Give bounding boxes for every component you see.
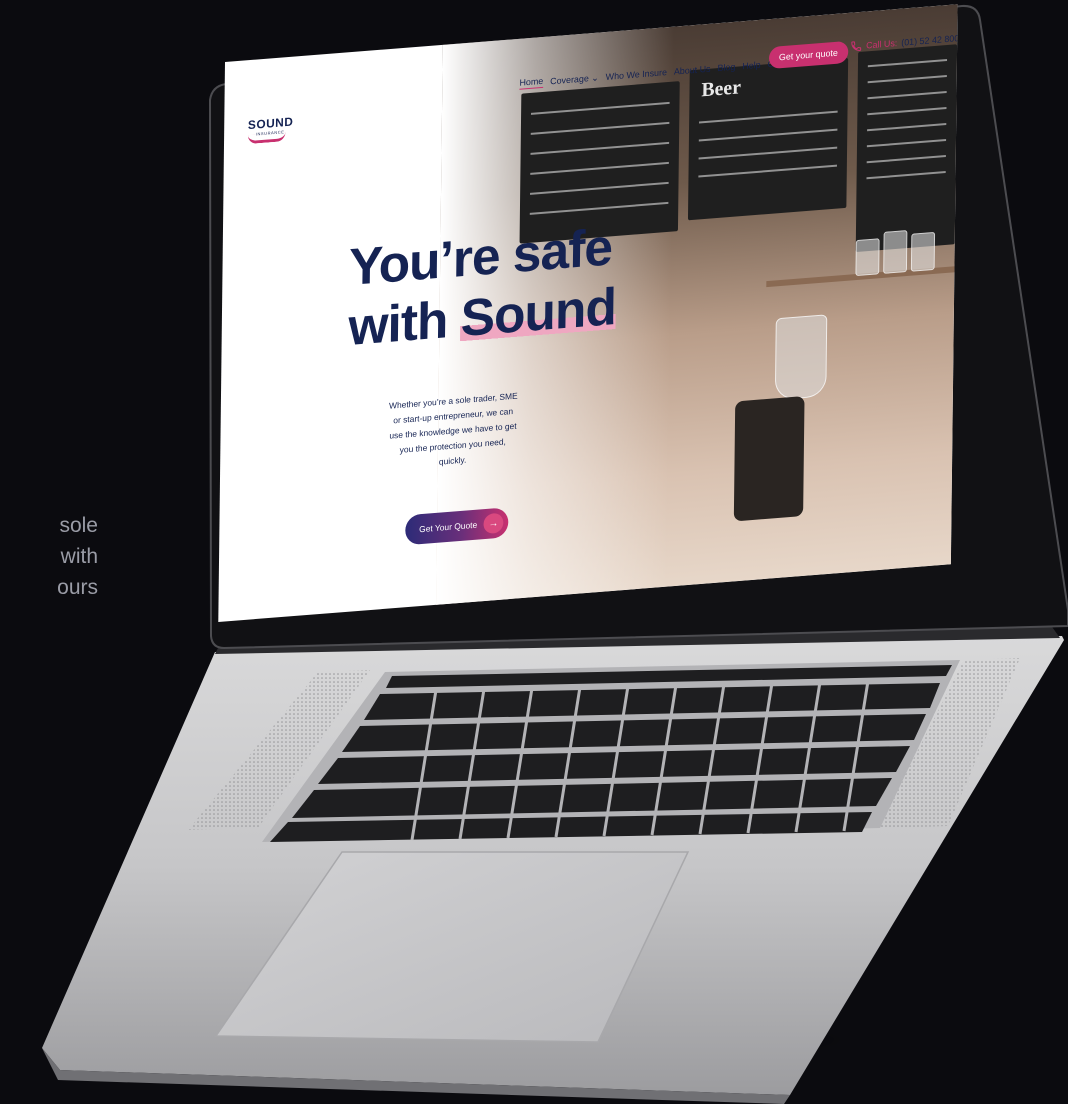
nav-item-blog[interactable]: Blog [717, 62, 735, 73]
sound-logo[interactable]: SOUND INSURANCE [247, 115, 293, 145]
nav-item-coverage-label: Coverage [550, 72, 589, 86]
nav-item-home[interactable]: Home [519, 75, 544, 90]
website-screen: Beer SOUND INSURANCE Home Coverage ⌄ Who… [218, 4, 958, 622]
hero-intro-text: Whether you’re a sole trader, SME or sta… [388, 390, 518, 467]
hero-headline: You’re safe with Sound [348, 215, 646, 358]
phone-icon [851, 41, 862, 51]
beer-chalkboard-heading: Beer [701, 76, 742, 102]
arrow-right-icon: → [483, 512, 504, 535]
nav-item-help[interactable]: Help [742, 60, 760, 71]
grinder-hopper [774, 314, 828, 401]
coffee-chalkboard [855, 44, 958, 253]
call-us-label: Call Us: [866, 37, 898, 51]
beer-chalkboard: Beer [687, 57, 849, 221]
hero-headline-highlight: Sound [460, 277, 617, 349]
hero-headline-prefix: with [348, 290, 462, 358]
grinder [733, 395, 805, 522]
nav-item-about-us[interactable]: About Us [674, 64, 711, 77]
cta-label: Get Your Quote [419, 519, 478, 535]
chevron-down-icon: ⌄ [591, 72, 599, 83]
